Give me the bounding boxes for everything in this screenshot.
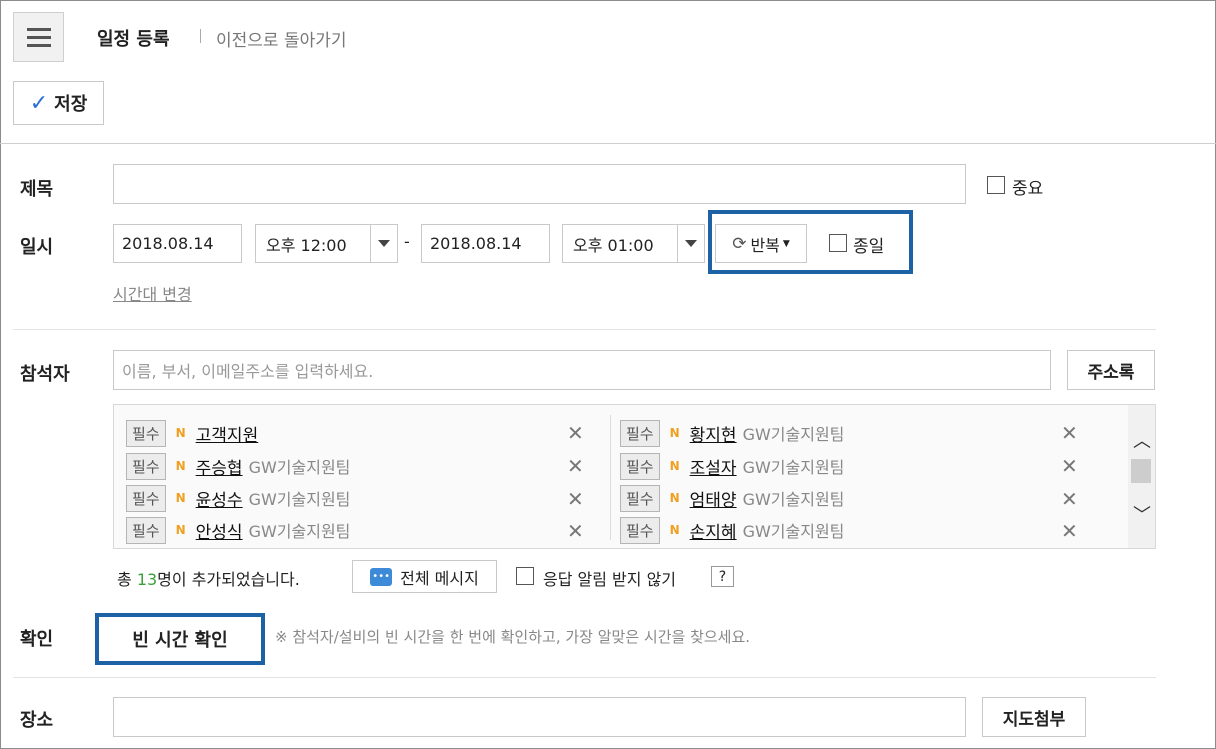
list-item: 필수 N 윤성수 GW기술지원팀: [126, 484, 350, 512]
chevron-down-icon[interactable]: ﹀: [1133, 501, 1151, 527]
end-time-value: 오후 01:00: [573, 235, 654, 255]
header-divider: [0, 143, 1216, 144]
save-label: 저장: [54, 94, 88, 115]
list-item: 필수 N 황지현 GW기술지원팀: [620, 419, 844, 447]
chat-bubble-icon: •••: [370, 567, 393, 586]
list-item: 필수 N 손지혜 GW기술지원팀: [620, 516, 844, 544]
list-item: 필수 N 안성식 GW기술지원팀: [126, 516, 350, 544]
required-badge[interactable]: 필수: [620, 484, 660, 512]
column-divider: [610, 415, 611, 540]
list-item: 필수 N 조설자 GW기술지원팀: [620, 452, 844, 480]
place-input[interactable]: [113, 697, 966, 737]
close-icon[interactable]: ✕: [1061, 421, 1078, 445]
participant-name[interactable]: 안성식: [196, 518, 243, 543]
required-badge[interactable]: 필수: [126, 516, 166, 544]
new-icon: N: [669, 491, 680, 505]
close-icon[interactable]: ✕: [567, 454, 584, 478]
participant-count: 13: [136, 570, 158, 589]
new-icon: N: [175, 523, 186, 537]
important-checkbox[interactable]: [987, 176, 1005, 194]
message-all-button[interactable]: ••• 전체 메시지: [352, 560, 497, 593]
start-time-select[interactable]: 오후 12:00: [255, 224, 398, 263]
participant-summary: 총 13명이 추가되었습니다.: [117, 566, 300, 590]
start-time-value: 오후 12:00: [266, 235, 347, 255]
subject-label: 제목: [20, 179, 54, 200]
confirm-label: 확인: [20, 629, 54, 650]
close-icon[interactable]: ✕: [567, 421, 584, 445]
important-label: 중요: [1012, 179, 1044, 199]
new-icon: N: [669, 523, 680, 537]
participant-name[interactable]: 손지혜: [690, 518, 737, 543]
close-icon[interactable]: ✕: [567, 487, 584, 511]
list-item: 필수 N 주승협 GW기술지원팀: [126, 452, 350, 480]
chevron-up-icon[interactable]: ︿: [1133, 427, 1151, 453]
attendee-label: 참석자: [20, 364, 70, 385]
no-alert-label: 응답 알림 받지 않기: [543, 570, 677, 589]
subject-input[interactable]: [113, 164, 966, 204]
participant-team: GW기술지원팀: [742, 458, 845, 477]
required-badge[interactable]: 필수: [620, 452, 660, 480]
list-item: 필수 N 엄태양 GW기술지원팀: [620, 484, 844, 512]
new-icon: N: [669, 459, 680, 473]
addressbook-button[interactable]: 주소록: [1067, 350, 1155, 390]
end-time-select[interactable]: 오후 01:00: [562, 224, 705, 263]
new-icon: N: [175, 459, 186, 473]
new-icon: N: [175, 491, 186, 505]
close-icon[interactable]: ✕: [567, 519, 584, 543]
back-link[interactable]: 이전으로 돌아가기: [216, 26, 347, 51]
participant-team: GW기술지원팀: [248, 522, 351, 541]
map-attach-button[interactable]: 지도첨부: [982, 697, 1086, 737]
no-alert-checkbox[interactable]: [516, 567, 534, 585]
participant-name[interactable]: 주승협: [196, 454, 243, 479]
save-button[interactable]: ✓ 저장: [13, 81, 104, 125]
participant-scrollbar[interactable]: ︿ ﹀: [1128, 405, 1155, 548]
timezone-link[interactable]: 시간대 변경: [113, 281, 192, 305]
summary-prefix: 총: [117, 570, 137, 589]
repeat-allday-highlight: [708, 210, 913, 274]
chevron-down-icon: [370, 225, 397, 262]
required-badge[interactable]: 필수: [620, 419, 660, 447]
participant-list: 필수 N 고객지원 필수 N 주승협 GW기술지원팀 필수 N 윤성수 GW기술…: [113, 404, 1156, 549]
participant-name[interactable]: 조설자: [690, 454, 737, 479]
participant-team: GW기술지원팀: [248, 458, 351, 477]
title-separator: [200, 29, 201, 43]
scrollbar-thumb[interactable]: [1131, 459, 1151, 483]
participant-team: GW기술지원팀: [742, 522, 845, 541]
page-title: 일정 등록: [97, 29, 170, 50]
participant-team: GW기술지원팀: [742, 490, 845, 509]
participant-name[interactable]: 엄태양: [690, 486, 737, 511]
datetime-label: 일시: [20, 237, 54, 258]
new-icon: N: [669, 426, 680, 440]
participant-name[interactable]: 윤성수: [196, 486, 243, 511]
hamburger-icon: [27, 28, 51, 31]
close-icon[interactable]: ✕: [1061, 487, 1078, 511]
free-time-hint: ※ 참석자/설비의 빈 시간을 한 번에 확인하고, 가장 알맞은 시간을 찾으…: [275, 628, 751, 646]
section-divider: [13, 677, 1156, 678]
message-all-label: 전체 메시지: [400, 568, 479, 588]
menu-button[interactable]: [13, 12, 64, 62]
close-icon[interactable]: ✕: [1061, 454, 1078, 478]
section-divider: [13, 329, 1156, 330]
new-icon: N: [175, 426, 186, 440]
required-badge[interactable]: 필수: [620, 516, 660, 544]
list-item: 필수 N 고객지원: [126, 419, 264, 447]
participant-team: GW기술지원팀: [742, 425, 845, 444]
place-label: 장소: [20, 710, 54, 731]
start-date-input[interactable]: 2018.08.14: [113, 224, 242, 263]
summary-suffix: 명이 추가되었습니다.: [157, 570, 300, 589]
close-icon[interactable]: ✕: [1061, 519, 1078, 543]
participant-name[interactable]: 황지현: [690, 421, 737, 446]
participant-name[interactable]: 고객지원: [196, 421, 259, 446]
attendee-input[interactable]: 이름, 부서, 이메일주소를 입력하세요.: [113, 350, 1051, 390]
required-badge[interactable]: 필수: [126, 452, 166, 480]
chevron-down-icon: [677, 225, 704, 262]
end-date-input[interactable]: 2018.08.14: [421, 224, 550, 263]
date-range-dash: -: [404, 232, 410, 251]
checkmark-icon: ✓: [29, 90, 49, 116]
help-icon[interactable]: ?: [711, 566, 734, 587]
participant-team: GW기술지원팀: [248, 490, 351, 509]
required-badge[interactable]: 필수: [126, 419, 166, 447]
free-time-button[interactable]: 빈 시간 확인: [95, 613, 265, 665]
required-badge[interactable]: 필수: [126, 484, 166, 512]
